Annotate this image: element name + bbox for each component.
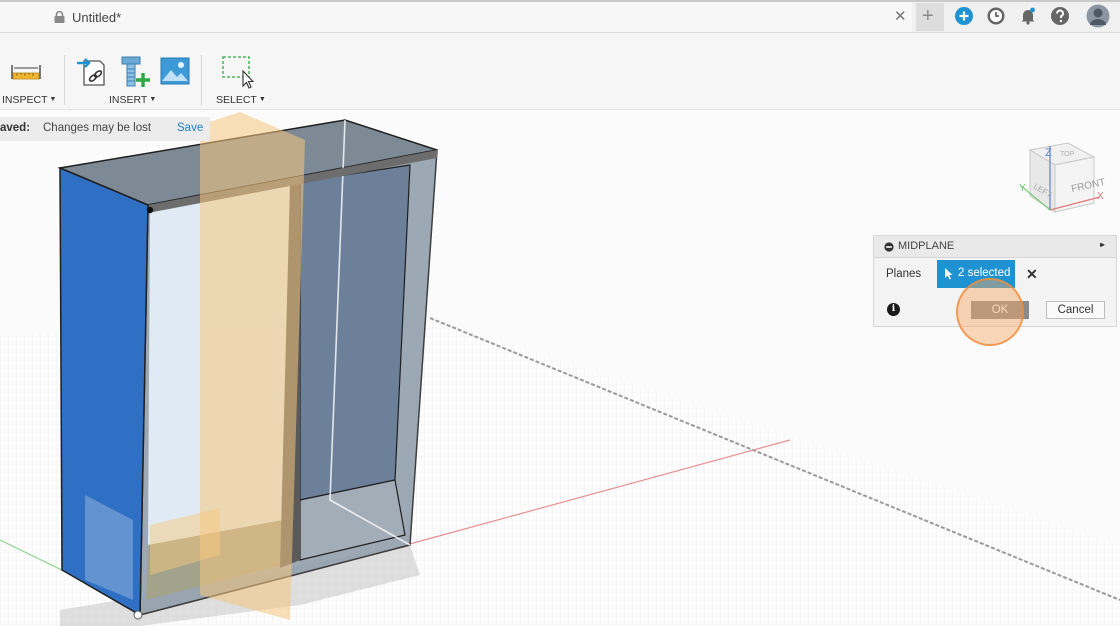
help-icon[interactable] [1049,5,1071,27]
clock-icon[interactable] [985,5,1007,27]
bell-icon[interactable] [1017,5,1039,27]
chevron-down-icon: ▼ [149,96,157,103]
viewcube-top-label: TOP [1060,151,1075,158]
viewcube-y-axis: Y [1019,183,1026,194]
save-link[interactable]: Save [177,122,203,134]
info-icon[interactable]: i [887,303,900,316]
unsaved-changes-bar: aved: Changes may be lost Save [0,117,210,141]
document-tab-bar: Untitled* ✕ + [0,2,1120,33]
design-canvas[interactable]: FRONT LEFT TOP Z X Y [0,110,1120,626]
insert-canvas-image-icon[interactable] [160,57,190,85]
select-menu-label: SELECT [216,94,257,106]
insert-derive-icon[interactable] [76,55,108,87]
measure-icon[interactable] [10,62,42,82]
document-tab-title: Untitled* [72,10,122,25]
inspect-menu-label: INSPECT [2,94,48,106]
planes-selection-count: 2 selected [958,267,1011,279]
viewcube-x-axis: X [1097,191,1104,202]
inspect-menu[interactable]: INSPECT ▼ [2,94,56,106]
toolbar-divider [201,55,202,105]
selected-side-panel[interactable] [59,166,154,620]
unsaved-label: aved: [0,122,31,134]
lock-icon [54,11,65,23]
viewcube[interactable]: FRONT LEFT TOP Z X Y [1019,142,1106,213]
document-tab[interactable]: Untitled* ✕ [0,2,912,32]
cursor-arrow-icon [945,268,953,280]
insert-menu-label: INSERT [109,94,148,106]
viewcube-z-axis: Z [1045,147,1052,159]
chevron-down-icon: ▼ [49,96,57,103]
insert-menu[interactable]: INSERT ▼ [109,94,156,106]
main-toolbar: INSPECT ▼ INSERT ▼ SELECT ▼ [0,33,1120,110]
new-tab-button[interactable]: + [916,3,944,31]
clear-selection-icon[interactable]: ✕ [1026,266,1038,283]
select-menu[interactable]: SELECT ▼ [216,94,266,106]
select-box-icon[interactable] [219,55,259,89]
add-circle-icon[interactable] [953,5,975,27]
unsaved-message: Changes may be lost [43,122,152,134]
click-highlight-indicator [956,278,1024,346]
midplane-dialog-header: MIDPLANE ▸▸ [874,236,1116,258]
close-tab-icon[interactable]: ✕ [894,7,907,25]
user-avatar-icon[interactable] [1086,4,1110,28]
insert-mcmaster-icon[interactable] [119,55,151,89]
planes-label: Planes [886,268,922,280]
cancel-button[interactable]: Cancel [1046,301,1105,319]
toolbar-divider [64,55,65,105]
midplane-dialog-title: MIDPLANE [898,240,955,252]
plus-icon: + [922,5,934,27]
collapse-icon[interactable] [884,242,894,252]
expand-icon[interactable]: ▸▸ [1100,240,1105,249]
chevron-down-icon: ▼ [258,96,266,103]
